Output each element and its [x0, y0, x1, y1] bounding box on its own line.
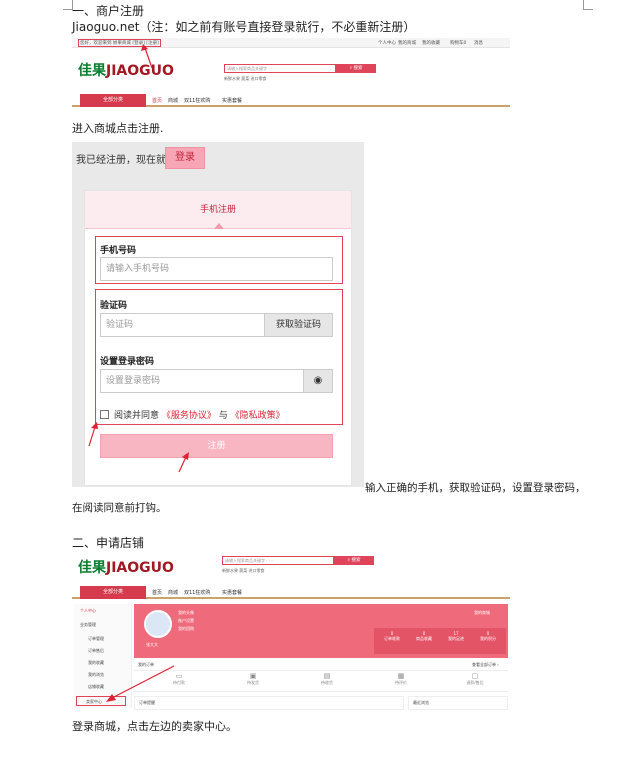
nav-item-home[interactable]: 首页: [152, 589, 162, 596]
wallet-icon: ▭: [175, 672, 183, 680]
truck-icon: ▤: [323, 672, 331, 680]
box-icon: ▣: [249, 672, 257, 680]
agree-text: 阅读并同意 《服务协议》 与 《隐私政策》: [114, 411, 285, 421]
phone-input[interactable]: 请输入手机号码: [100, 257, 333, 281]
top-link[interactable]: 我的收藏: [422, 40, 440, 46]
login-button[interactable]: 登录: [165, 147, 205, 169]
tab-indicator: [214, 223, 224, 229]
top-link[interactable]: 购物车0: [450, 40, 466, 46]
search-button[interactable]: ⌕ 搜索: [336, 64, 376, 73]
site-logo[interactable]: 佳果JIAOGUO: [78, 60, 174, 80]
section-intro-line: Jiaoguo.net（注：如之前有账号直接登录就行，不必重新注册）: [72, 20, 416, 34]
site-logo[interactable]: 佳果JIAOGUO: [78, 557, 174, 577]
sidebar-item-seller-center[interactable]: 卖家中心: [86, 699, 102, 705]
section-heading-1: 一、商户注册: [72, 4, 145, 18]
phone-label: 手机号码: [100, 246, 137, 256]
member-sidebar: 个人中心 业务管理 订单管理 订单售后 我的收藏 我的浏览 店铺收藏 卖家中心: [74, 604, 132, 708]
caption-register: 进入商城点击注册.: [72, 122, 164, 135]
nav-item-double11[interactable]: 双11狂欢购: [184, 589, 210, 596]
agree-checkbox[interactable]: [100, 410, 109, 419]
site-header-screenshot: 您好，欢迎来到 娇果商城 [登录] [注册] 个人中心 我的商城 我的收藏 购物…: [72, 38, 510, 110]
get-code-button[interactable]: 获取验证码: [264, 313, 333, 337]
caption-checkbox: 在阅读同意前打钩。: [72, 502, 167, 514]
stat-item[interactable]: 0 订单收款: [378, 631, 406, 642]
sidebar-item-shop-favorites[interactable]: 店铺收藏: [88, 684, 104, 690]
caption-input-phone: 输入正确的手机，获取验证码，设置登录密码，: [365, 482, 586, 494]
panel-title: 订单提醒: [139, 700, 155, 705]
refund-icon: ▢: [471, 672, 479, 680]
top-link[interactable]: 个人中心: [378, 40, 396, 46]
corner-mark-right: [583, 0, 593, 10]
top-link[interactable]: 我的商城: [398, 40, 416, 46]
my-mall-badge: 我的商城: [474, 610, 490, 615]
avatar[interactable]: [144, 610, 172, 638]
main-nav: 全部分类 首页 商城 双11狂欢购 实惠套餐: [72, 94, 510, 107]
search-input[interactable]: 请输入搜索商品关键字 · · ·: [224, 64, 336, 73]
user-line[interactable]: 我的团购: [178, 626, 194, 632]
privacy-policy-link[interactable]: 《隐私政策》: [231, 411, 285, 421]
nav-item-home[interactable]: 首页: [152, 97, 162, 104]
sidebar-item-orders[interactable]: 订单管理: [88, 636, 104, 642]
order-tab-pending-pay[interactable]: ▭ 待付款: [164, 672, 194, 686]
nav-item-package[interactable]: 实惠套餐: [222, 589, 242, 596]
order-tab-refund[interactable]: ▢ 退款/售后: [460, 672, 490, 686]
code-input[interactable]: 验证码: [100, 313, 265, 337]
order-status-row: ▭ 待付款 ▣ 待发货 ▤ 待收货 ▦ 待评价 ▢ 退款/售后: [134, 670, 508, 692]
hot-words: 新鲜水果 蔬菜 进口零食: [222, 568, 265, 573]
service-agreement-link[interactable]: 《服务协议》: [162, 411, 216, 421]
nav-item-package[interactable]: 实惠套餐: [222, 97, 242, 104]
sidebar-item-home[interactable]: 个人中心: [80, 608, 96, 614]
category-button[interactable]: 全部分类: [80, 94, 146, 107]
section-heading-2: 二、申请店铺: [72, 536, 145, 550]
orders-section-title: 我的订单: [138, 662, 154, 667]
code-label: 验证码: [100, 301, 128, 311]
top-link[interactable]: 消息: [474, 40, 483, 46]
member-banner: 张大大 我的头像 账户设置 我的团购 我的商城 0 订单收款 0 商品收藏 17 我的…: [134, 604, 508, 658]
member-center-screenshot: 佳果JIAOGUO 请输入搜索商品关键字 · · · ⌕ 搜索 新鲜水果 蔬菜 …: [72, 552, 510, 712]
recent-browse-panel: 最近浏览: [408, 696, 508, 710]
nav-item-double11[interactable]: 双11狂欢购: [184, 97, 210, 104]
view-all-orders-link[interactable]: 查看全部订单 ›: [472, 662, 499, 668]
sidebar-item-favorites[interactable]: 我的收藏: [88, 660, 104, 666]
user-name: 张大大: [146, 642, 158, 647]
order-tab-pending-review[interactable]: ▦ 待评价: [386, 672, 416, 686]
order-tab-pending-ship[interactable]: ▣ 待发货: [238, 672, 268, 686]
user-line[interactable]: 账户设置: [178, 618, 194, 624]
register-card: 手机注册 手机号码 请输入手机号码 验证码 验证码 获取验证码 设置登录密码 设…: [84, 190, 352, 486]
order-tab-pending-receive[interactable]: ▤ 待收货: [312, 672, 342, 686]
panel-title: 最近浏览: [413, 700, 429, 705]
eye-icon[interactable]: ◉: [303, 369, 333, 393]
register-submit-button[interactable]: 注册: [100, 434, 333, 458]
order-reminder-panel: 订单提醒: [134, 696, 404, 710]
stats-box: 0 订单收款 0 商品收藏 17 我的足迹 0 我的积分: [374, 628, 506, 654]
stat-item[interactable]: 0 商品收藏: [410, 631, 438, 642]
sidebar-item-after-sale[interactable]: 订单售后: [88, 648, 104, 654]
document-page: 一、商户注册 Jiaoguo.net（注：如之前有账号直接登录就行，不必重新注册…: [0, 0, 636, 773]
sidebar-item-business[interactable]: 业务管理: [80, 622, 96, 628]
nav-item-mall[interactable]: 商城: [168, 97, 178, 104]
comment-icon: ▦: [397, 672, 405, 680]
already-registered-text: 我已经注册，现在就: [76, 155, 166, 166]
main-nav: 全部分类 首页 商城 双11狂欢购 实惠套餐: [72, 586, 510, 599]
sidebar-item-history[interactable]: 我的浏览: [88, 672, 104, 678]
user-line[interactable]: 我的头像: [178, 610, 194, 616]
nav-item-mall[interactable]: 商城: [168, 589, 178, 596]
password-label: 设置登录密码: [100, 357, 155, 367]
hot-words: 新鲜水果 蔬菜 进口零食: [224, 76, 267, 81]
search-input[interactable]: 请输入搜索商品关键字 · · ·: [222, 556, 334, 565]
caption-seller-center: 登录商城，点击左边的卖家中心。: [72, 720, 237, 733]
category-button[interactable]: 全部分类: [80, 586, 146, 599]
stat-item[interactable]: 17 我的足迹: [442, 631, 470, 642]
register-form-screenshot: 我已经注册，现在就 登录 手机注册 手机号码 请输入手机号码 验证码 验证码 获…: [72, 142, 364, 487]
password-input[interactable]: 设置登录密码: [100, 369, 304, 393]
search-button[interactable]: ⌕ 搜索: [334, 556, 374, 565]
stat-item[interactable]: 0 我的积分: [474, 631, 502, 642]
login-register-highlight: [78, 39, 161, 47]
